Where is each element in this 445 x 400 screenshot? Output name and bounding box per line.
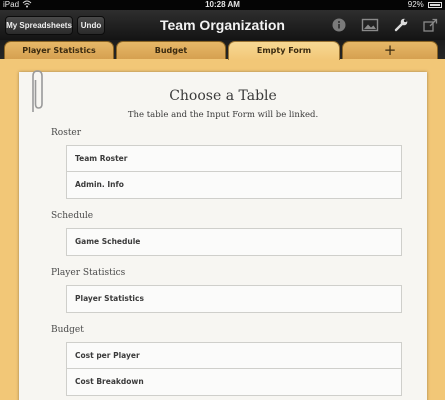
status-time: 10:28 AM [205,0,240,9]
section-label-budget: Budget [51,325,84,335]
dialog-title: Choose a Table [169,88,277,104]
sheet-tabs: Player Statistics Budget Empty Form + [0,40,445,60]
wrench-icon[interactable] [392,17,410,33]
battery-percent: 92% [407,0,424,9]
table-option-cost-breakdown[interactable]: Cost Breakdown [67,369,401,395]
table-group-schedule: Game Schedule [66,228,402,256]
table-option-admin-info[interactable]: Admin. Info [67,172,401,198]
document-title: Team Organization [160,17,285,33]
app-toolbar: My Spreadsheets Undo Team Organization [0,10,445,40]
tab-player-statistics[interactable]: Player Statistics [4,41,114,59]
undo-button[interactable]: Undo [77,16,105,35]
section-label-player-statistics: Player Statistics [51,268,126,278]
battery-icon [428,1,442,8]
tab-empty-form[interactable]: Empty Form [228,41,340,60]
status-bar: iPad 10:28 AM 92% [0,0,445,10]
share-icon[interactable] [421,17,439,33]
image-icon[interactable] [361,17,379,33]
table-option-cost-per-player[interactable]: Cost per Player [67,343,401,369]
dialog-subtitle: The table and the Input Form will be lin… [127,110,319,120]
table-group-roster: Team Roster Admin. Info [66,145,402,199]
table-group-budget: Cost per Player Cost Breakdown [66,342,402,396]
battery-status: 92% [408,0,442,10]
info-icon[interactable] [330,17,348,33]
section-label-schedule: Schedule [51,211,94,221]
add-tab-button[interactable]: + [342,41,438,59]
table-option-game-schedule[interactable]: Game Schedule [67,229,401,255]
tab-budget[interactable]: Budget [116,41,226,59]
table-option-player-statistics[interactable]: Player Statistics [67,286,401,312]
table-option-team-roster[interactable]: Team Roster [67,146,401,172]
section-label-roster: Roster [51,128,82,138]
my-spreadsheets-button[interactable]: My Spreadsheets [5,16,73,35]
table-group-player-statistics: Player Statistics [66,285,402,313]
